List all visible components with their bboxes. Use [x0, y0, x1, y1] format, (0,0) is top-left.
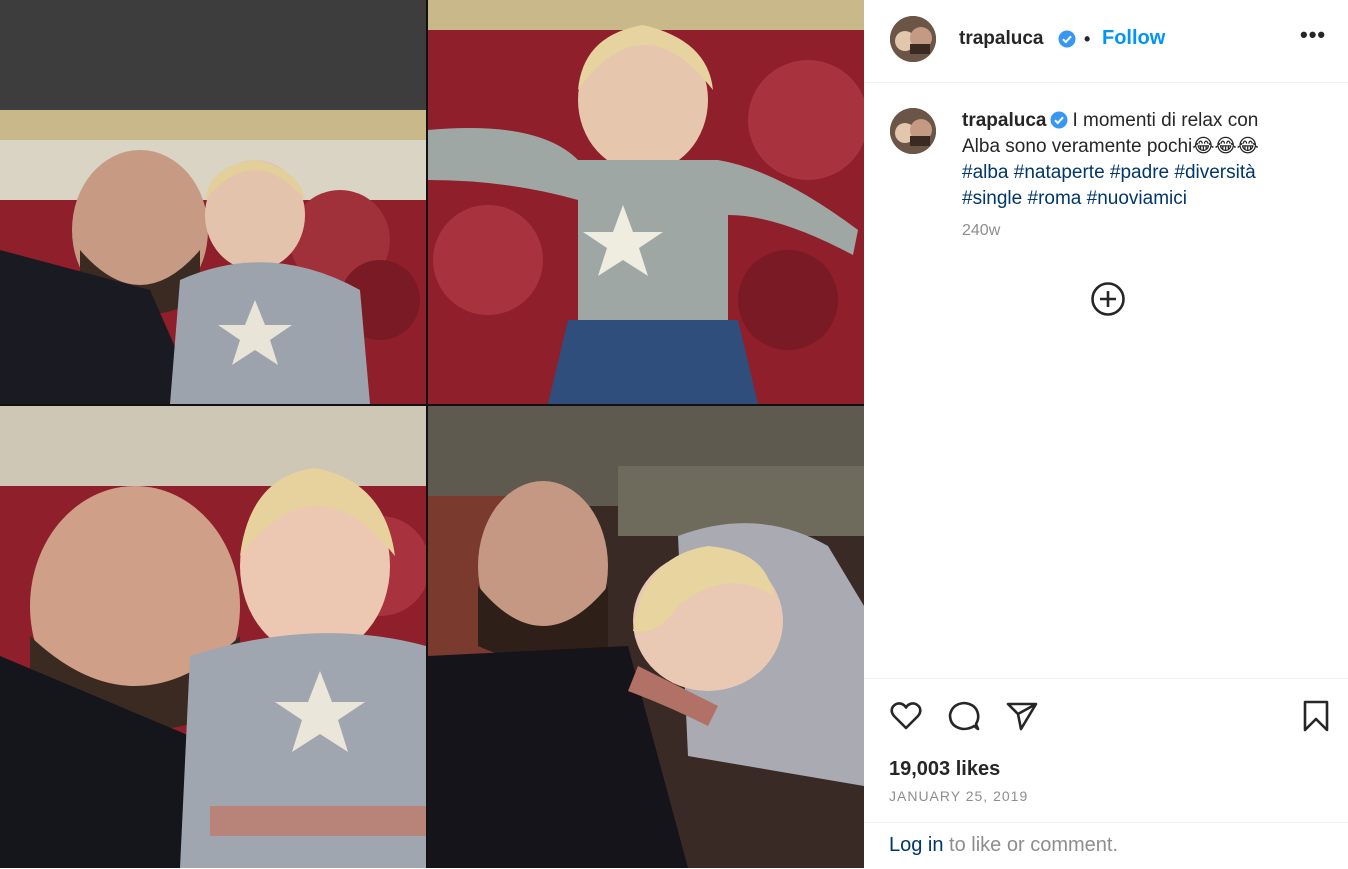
- laughing-emoji-icons: 😂😂😂: [1192, 136, 1259, 157]
- bookmark-icon[interactable]: [1298, 698, 1334, 734]
- add-circle-icon[interactable]: [1090, 281, 1126, 317]
- hashtag-link[interactable]: #nuoviamici: [1087, 188, 1187, 209]
- caption-avatar[interactable]: [890, 108, 936, 154]
- follow-button[interactable]: Follow: [1102, 27, 1165, 50]
- hashtag-link[interactable]: #diversità: [1174, 162, 1255, 183]
- post-age[interactable]: 240w: [962, 222, 1000, 240]
- caption-text-line1: I momenti di relax con: [1072, 110, 1259, 131]
- login-prompt: Log in to like or comment.: [889, 834, 1118, 857]
- avatar[interactable]: [890, 16, 936, 62]
- login-link[interactable]: Log in: [889, 834, 944, 856]
- actions-divider: [864, 678, 1348, 680]
- hashtag-link[interactable]: #padre: [1110, 162, 1169, 183]
- likes-count[interactable]: 19,003 likes: [889, 758, 1000, 781]
- verified-badge-icon: [1058, 30, 1076, 48]
- hashtag-link[interactable]: #single: [962, 188, 1022, 209]
- post-side-panel: trapaluca • Follow ••• trapaluca I moment…: [864, 0, 1348, 868]
- post-media-collage[interactable]: [0, 0, 864, 868]
- comment-icon[interactable]: [946, 698, 982, 734]
- heart-icon[interactable]: [888, 698, 924, 734]
- post-caption: trapaluca I momenti di relax con Alba son…: [962, 108, 1322, 212]
- login-prompt-text: to like or comment.: [943, 834, 1119, 856]
- verified-badge-icon: [1050, 111, 1068, 129]
- post-date: JANUARY 25, 2019: [889, 788, 1029, 804]
- photo-father-and-daughter-1: [0, 0, 426, 404]
- photo-father-and-daughter-2: [0, 406, 426, 868]
- hashtag-link[interactable]: #nataperte: [1014, 162, 1105, 183]
- photo-child-on-sofa: [428, 0, 864, 404]
- photo-father-and-daughter-3: [428, 406, 864, 868]
- post-author-username[interactable]: trapaluca: [959, 28, 1043, 50]
- more-options-icon[interactable]: •••: [1300, 22, 1326, 48]
- hashtag-link[interactable]: #roma: [1028, 188, 1082, 209]
- hashtag-link[interactable]: #alba: [962, 162, 1009, 183]
- caption-username[interactable]: trapaluca: [962, 110, 1046, 131]
- separator-dot: •: [1084, 29, 1091, 49]
- caption-text-line2: Alba sono veramente pochi: [962, 136, 1193, 157]
- share-icon[interactable]: [1004, 698, 1040, 734]
